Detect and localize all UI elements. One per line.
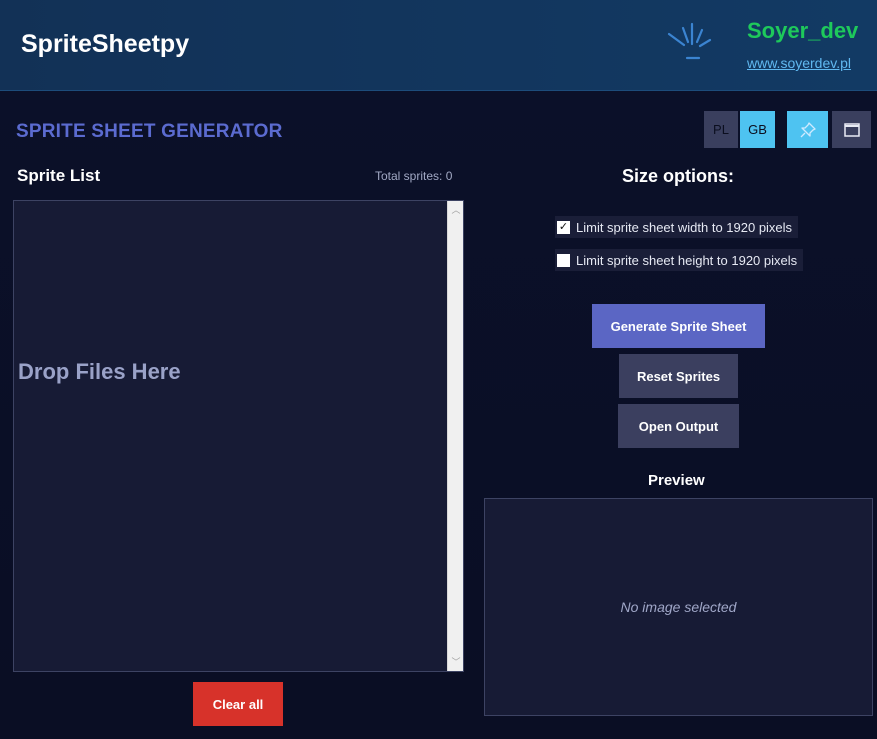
limit-height-option[interactable]: Limit sprite sheet height to 1920 pixels bbox=[555, 249, 804, 271]
limit-width-label: Limit sprite sheet width to 1920 pixels bbox=[576, 219, 793, 235]
clear-all-button[interactable]: Clear all bbox=[193, 682, 283, 726]
open-output-button[interactable]: Open Output bbox=[618, 404, 739, 448]
soyer-logo-icon bbox=[667, 22, 712, 60]
pin-icon bbox=[800, 121, 816, 137]
brand-name: Soyer_dev bbox=[747, 18, 859, 43]
window-icon bbox=[843, 122, 860, 137]
app-title: SpriteSheetpy bbox=[21, 30, 190, 58]
total-sprites-count: Total sprites: 0 bbox=[375, 169, 453, 183]
language-pl-button[interactable]: PL bbox=[704, 111, 738, 148]
page-title: SPRITE SHEET GENERATOR bbox=[16, 121, 283, 142]
limit-width-option[interactable]: ✓ Limit sprite sheet width to 1920 pixel… bbox=[555, 216, 799, 238]
preview-title: Preview bbox=[648, 472, 705, 489]
limit-height-checkbox[interactable] bbox=[557, 253, 570, 267]
pin-window-button[interactable] bbox=[787, 111, 828, 148]
size-options-title: Size options: bbox=[622, 166, 734, 186]
generate-sprite-sheet-button[interactable]: Generate Sprite Sheet bbox=[592, 304, 765, 348]
drop-files-text: Drop Files Here bbox=[18, 359, 181, 384]
sprite-list-scrollbar[interactable]: ︿ ﹀ bbox=[447, 201, 463, 671]
limit-height-label: Limit sprite sheet height to 1920 pixels bbox=[576, 252, 798, 268]
preview-panel: No image selected bbox=[484, 498, 873, 716]
scroll-down-icon[interactable]: ﹀ bbox=[448, 655, 464, 669]
limit-width-checkbox[interactable]: ✓ bbox=[557, 220, 570, 234]
brand-website-link[interactable]: www.soyerdev.pl bbox=[747, 55, 851, 71]
preview-empty-text: No image selected bbox=[620, 599, 737, 615]
scroll-up-icon[interactable]: ︿ bbox=[448, 203, 464, 217]
reset-sprites-button[interactable]: Reset Sprites bbox=[619, 354, 738, 398]
sprite-list-dropzone[interactable]: Drop Files Here ︿ ﹀ bbox=[13, 200, 464, 672]
language-gb-button[interactable]: GB bbox=[740, 111, 775, 148]
window-mode-button[interactable] bbox=[832, 111, 871, 148]
sprite-list-title: Sprite List bbox=[17, 166, 101, 185]
app-header: SpriteSheetpy Soyer_dev www.soyerdev.pl bbox=[0, 0, 877, 91]
